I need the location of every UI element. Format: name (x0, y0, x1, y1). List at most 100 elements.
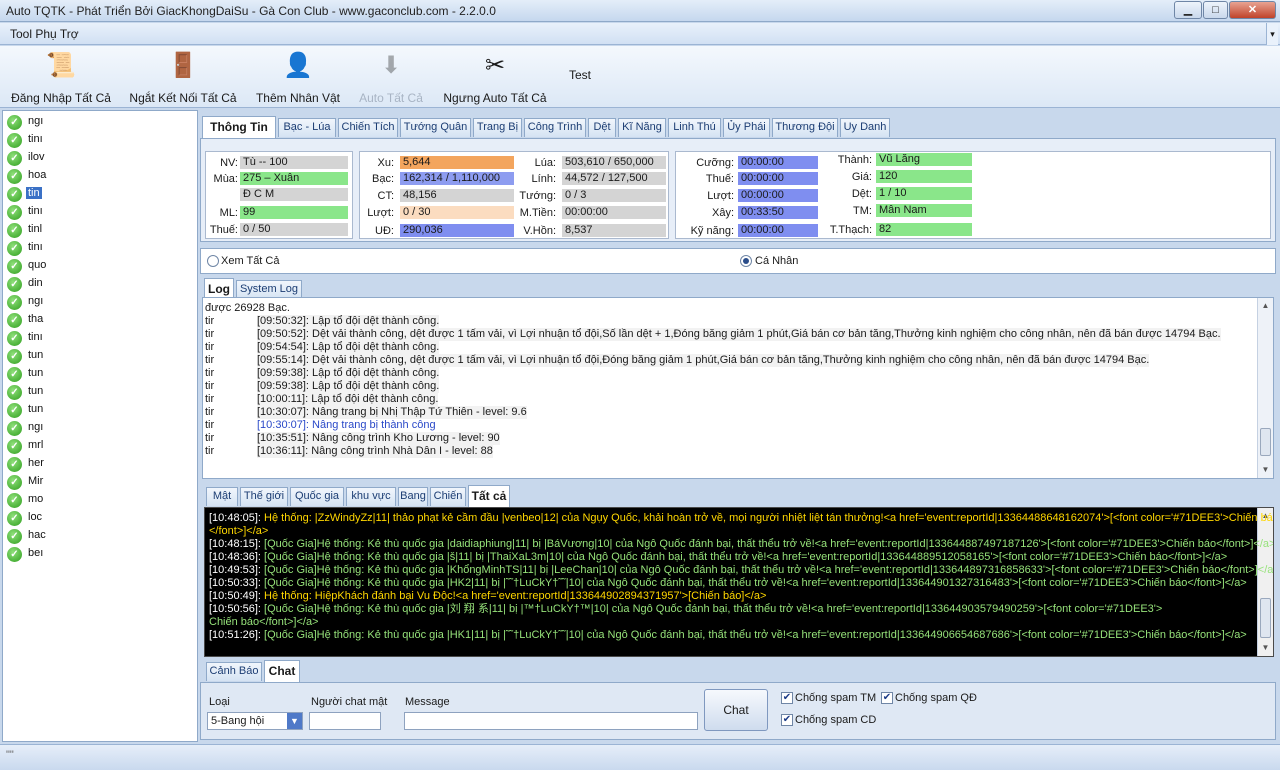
personal-radio[interactable] (740, 255, 752, 267)
login-all-button[interactable]: 📜 Đăng Nhập Tất Cả (8, 50, 114, 105)
check-circle-icon[interactable]: ✓ (7, 439, 22, 454)
account-item[interactable]: ✓ tha (5, 311, 197, 329)
check-circle-icon[interactable]: ✓ (7, 241, 22, 256)
chat-scrollbar[interactable]: ▲ ▼ (1257, 508, 1273, 656)
account-item[interactable]: ✓ ngı (5, 419, 197, 437)
log-scrollbar[interactable]: ▲ ▼ (1257, 298, 1273, 478)
account-item[interactable]: ✓ ngı (5, 293, 197, 311)
menu-dropdown-icon[interactable]: ▾ (1266, 23, 1278, 45)
main-tab-4[interactable]: Trang Bị (473, 118, 522, 137)
check-circle-icon[interactable]: ✓ (7, 133, 22, 148)
check-circle-icon[interactable]: ✓ (7, 313, 22, 328)
account-item[interactable]: ✓ tinl (5, 221, 197, 239)
main-tab-5[interactable]: Công Trình (524, 118, 586, 137)
check-circle-icon[interactable]: ✓ (7, 457, 22, 472)
check-circle-icon[interactable]: ✓ (7, 115, 22, 130)
view-all-radio[interactable] (207, 255, 219, 267)
account-item[interactable]: ✓ hac (5, 527, 197, 545)
account-item[interactable]: ✓ hoa (5, 167, 197, 185)
main-tab-6[interactable]: Dệt (588, 118, 616, 137)
receiver-input[interactable] (309, 712, 381, 730)
account-item[interactable]: ✓ ngı (5, 113, 197, 131)
maximize-button[interactable]: □ (1203, 1, 1228, 19)
account-item[interactable]: ✓ tun (5, 401, 197, 419)
add-character-button[interactable]: 👤 Thêm Nhân Vật (254, 50, 342, 105)
account-item[interactable]: ✓ quo (5, 257, 197, 275)
test-button[interactable]: Test (566, 68, 594, 82)
account-item[interactable]: ✓ ilov (5, 149, 197, 167)
account-item[interactable]: ✓ her (5, 455, 197, 473)
chat-tab-0[interactable]: Mật (206, 487, 238, 506)
main-tab-8[interactable]: Linh Thú (668, 118, 721, 137)
main-tab-9[interactable]: Ủy Phái (723, 118, 770, 137)
account-list[interactable]: ✓ ngı ✓ tinı ✓ ilov ✓ hoa ✓ tin ✓ tinı ✓ tinl ✓ tinı ✓ qu… (2, 110, 198, 742)
spam-qd-checkbox[interactable]: ✔ (881, 692, 893, 704)
message-input[interactable] (404, 712, 698, 730)
check-circle-icon[interactable]: ✓ (7, 277, 22, 292)
check-circle-icon[interactable]: ✓ (7, 475, 22, 490)
chat-tab-3[interactable]: khu vực (346, 487, 396, 506)
account-item[interactable]: ✓ loc (5, 509, 197, 527)
check-circle-icon[interactable]: ✓ (7, 187, 22, 202)
check-circle-icon[interactable]: ✓ (7, 421, 22, 436)
account-item[interactable]: ✓ Mir (5, 473, 197, 491)
check-circle-icon[interactable]: ✓ (7, 403, 22, 418)
account-item[interactable]: ✓ tin (5, 185, 197, 203)
account-item[interactable]: ✓ mrl (5, 437, 197, 455)
check-circle-icon[interactable]: ✓ (7, 205, 22, 220)
check-circle-icon[interactable]: ✓ (7, 493, 22, 508)
check-circle-icon[interactable]: ✓ (7, 259, 22, 274)
account-item[interactable]: ✓ tun (5, 383, 197, 401)
spam-qd-label[interactable]: Chống spam QĐ (895, 692, 977, 704)
check-circle-icon[interactable]: ✓ (7, 367, 22, 382)
main-tab-0[interactable]: Thông Tin (202, 116, 276, 138)
chat-tab-4[interactable]: Bang (398, 487, 428, 506)
chat-tab-6[interactable]: Tất cả (468, 485, 510, 507)
account-item[interactable]: ✓ tinı (5, 203, 197, 221)
check-circle-icon[interactable]: ✓ (7, 511, 22, 526)
account-item[interactable]: ✓ tinı (5, 131, 197, 149)
check-circle-icon[interactable]: ✓ (7, 169, 22, 184)
spam-cd-checkbox[interactable]: ✔ (781, 714, 793, 726)
check-circle-icon[interactable]: ✓ (7, 547, 22, 562)
chat-tab-5[interactable]: Chiến (430, 487, 466, 506)
stop-auto-all-button[interactable]: ✂ Ngưng Auto Tất Cả (442, 50, 548, 105)
scroll-down-icon[interactable]: ▼ (1258, 462, 1273, 477)
close-button[interactable]: ✕ (1229, 1, 1276, 19)
main-tab-7[interactable]: Kĩ Năng (618, 118, 666, 137)
view-all-label[interactable]: Xem Tất Cả (221, 255, 280, 267)
check-circle-icon[interactable]: ✓ (7, 349, 22, 364)
account-item[interactable]: ✓ tun (5, 347, 197, 365)
account-item[interactable]: ✓ tinı (5, 329, 197, 347)
log-scroll-thumb[interactable] (1260, 428, 1271, 456)
bottom-tab-1[interactable]: Chat (264, 660, 300, 682)
type-select[interactable]: 5-Bang hội ▼ (207, 712, 303, 730)
log-panel[interactable]: ▲ ▼ được 26928 Bạc. tir [09:50:32]: Lập tổ… (202, 297, 1274, 479)
chat-tab-1[interactable]: Thế giới (240, 487, 288, 506)
main-tab-3[interactable]: Tướng Quân (400, 118, 471, 137)
check-circle-icon[interactable]: ✓ (7, 331, 22, 346)
main-tab-1[interactable]: Bạc - Lúa (278, 118, 336, 137)
check-circle-icon[interactable]: ✓ (7, 151, 22, 166)
main-tab-11[interactable]: Uy Danh (840, 118, 890, 137)
check-circle-icon[interactable]: ✓ (7, 223, 22, 238)
personal-label[interactable]: Cá Nhân (755, 255, 798, 267)
menu-tool-support[interactable]: Tool Phụ Trợ (10, 27, 79, 41)
bottom-tab-0[interactable]: Cảnh Báo (206, 662, 262, 681)
chat-send-button[interactable]: Chat (704, 689, 768, 731)
chat-scroll-down-icon[interactable]: ▼ (1258, 640, 1273, 655)
account-item[interactable]: ✓ beı (5, 545, 197, 563)
main-tab-2[interactable]: Chiến Tích (338, 118, 398, 137)
chat-log[interactable]: ▲ ▼ [10:48:05]: Hệ thống: |ZzWindyZz|11|… (204, 507, 1274, 657)
account-item[interactable]: ✓ mo (5, 491, 197, 509)
check-circle-icon[interactable]: ✓ (7, 295, 22, 310)
auto-all-button[interactable]: ⬇ Auto Tất Cả (356, 50, 426, 105)
chat-scroll-thumb[interactable] (1260, 598, 1271, 638)
disconnect-all-button[interactable]: 🚪 Ngắt Kết Nối Tất Cả (128, 50, 238, 105)
account-item[interactable]: ✓ tinı (5, 239, 197, 257)
spam-tm-checkbox[interactable]: ✔ (781, 692, 793, 704)
scroll-up-icon[interactable]: ▲ (1258, 298, 1273, 313)
minimize-button[interactable]: ▁ (1174, 1, 1202, 19)
account-item[interactable]: ✓ din (5, 275, 197, 293)
check-circle-icon[interactable]: ✓ (7, 385, 22, 400)
